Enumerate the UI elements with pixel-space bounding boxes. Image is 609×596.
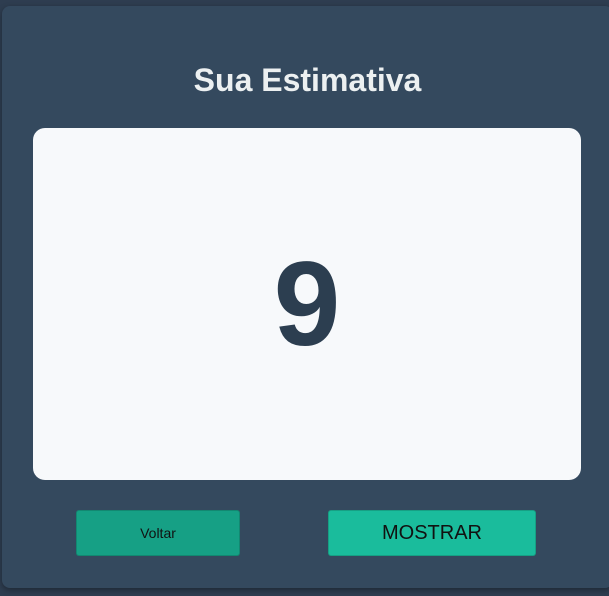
- estimate-panel: Sua Estimativa 9 Voltar MOSTRAR: [2, 6, 609, 588]
- show-button[interactable]: MOSTRAR: [328, 510, 536, 556]
- estimate-value: 9: [273, 237, 341, 371]
- estimate-card: 9: [33, 128, 581, 480]
- back-button[interactable]: Voltar: [76, 510, 240, 556]
- page-title: Sua Estimativa: [193, 62, 422, 98]
